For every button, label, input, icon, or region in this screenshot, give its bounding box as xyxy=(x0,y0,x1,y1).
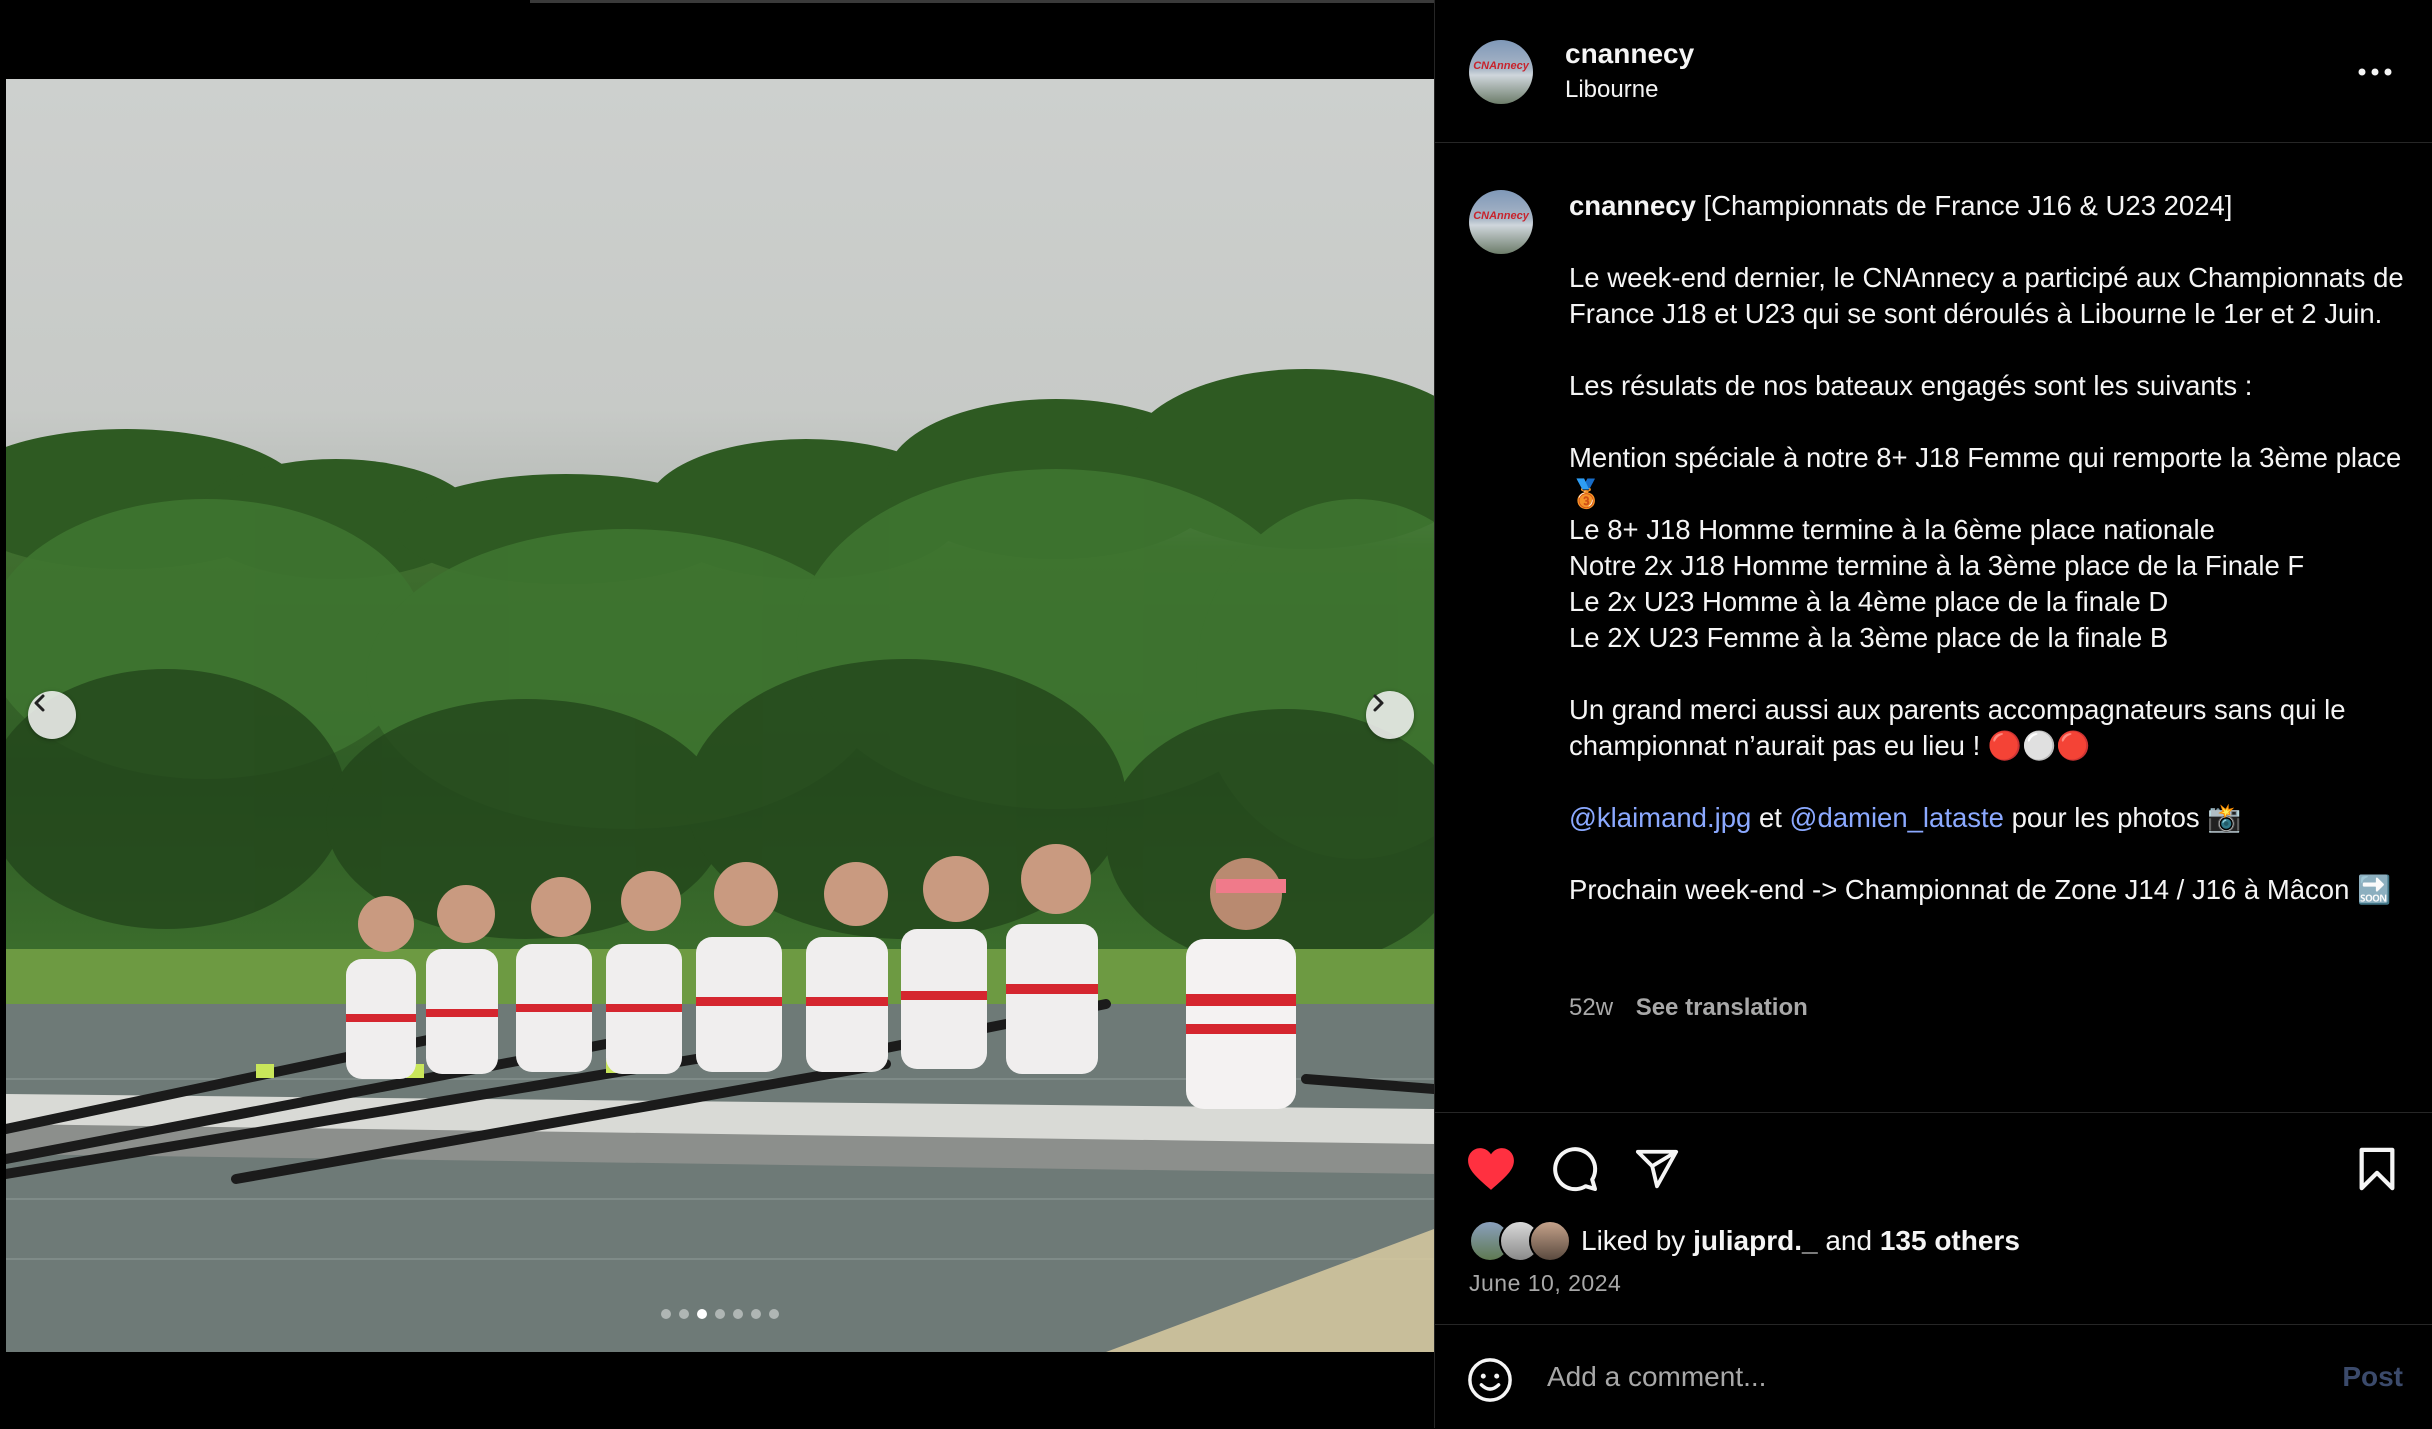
carousel-dot xyxy=(751,1309,761,1319)
carousel-dot xyxy=(715,1309,725,1319)
heart-icon xyxy=(1468,1148,1514,1190)
likes-others-link[interactable]: 135 others xyxy=(1880,1225,2020,1256)
chevron-right-icon xyxy=(1373,694,1384,712)
caption-paragraph: Prochain week-end -> Championnat de Zone… xyxy=(1569,874,2392,905)
result-line: Mention spéciale à notre 8+ J18 Femme qu… xyxy=(1569,442,2402,509)
emoji-button[interactable] xyxy=(1465,1355,1515,1405)
result-line: Notre 2x J18 Homme termine à la 3ème pla… xyxy=(1569,550,2305,581)
next-slide-button[interactable] xyxy=(1366,691,1414,739)
avatar-logo-text: CNAnnecy xyxy=(1473,210,1529,222)
prev-slide-button[interactable] xyxy=(28,691,76,739)
carousel-dot xyxy=(733,1309,743,1319)
likes-summary: Liked by juliaprd._ and 135 others xyxy=(1581,1225,2020,1257)
share-button[interactable] xyxy=(1629,1141,1685,1197)
post-comment-button[interactable]: Post xyxy=(2342,1361,2403,1393)
see-translation-button[interactable]: See translation xyxy=(1636,994,1808,1021)
result-line: Le 2x U23 Homme à la 4ème place de la fi… xyxy=(1569,586,2169,617)
caption-paragraph: Le week-end dernier, le CNAnnecy a parti… xyxy=(1569,262,2404,329)
mention-link[interactable]: @damien_lataste xyxy=(1790,802,2004,833)
caption-credits: @klaimand.jpg et @damien_lataste pour le… xyxy=(1569,800,2409,836)
caption-title: [Championnats de France J16 & U23 2024] xyxy=(1703,190,2233,221)
post-header: CNAnnecy cnannecy Libourne xyxy=(1435,0,2432,143)
caption-results: Mention spéciale à notre 8+ J18 Femme qu… xyxy=(1569,440,2409,656)
caption-et: et xyxy=(1758,802,1782,833)
caption-avatar[interactable]: CNAnnecy xyxy=(1469,190,1533,254)
mention-link[interactable]: @klaimand.jpg xyxy=(1569,802,1751,833)
save-button[interactable] xyxy=(2349,1141,2405,1197)
result-line: Le 2X U23 Femme à la 3ème place de la fi… xyxy=(1569,622,2169,653)
post-photo[interactable] xyxy=(6,79,1434,1352)
post-side-panel: CNAnnecy cnannecy Libourne CNAnnecy cnan… xyxy=(1434,0,2432,1428)
caption-paragraph: Les résulats de nos bateaux engagés sont… xyxy=(1569,370,2253,401)
liked-by-and: and xyxy=(1825,1225,1873,1256)
post-caption: cnannecy [Championnats de France J16 & U… xyxy=(1569,188,2409,944)
header-username[interactable]: cnannecy xyxy=(1565,38,1694,70)
like-button[interactable] xyxy=(1463,1141,1519,1197)
carousel-dot xyxy=(661,1309,671,1319)
more-options-button[interactable] xyxy=(2357,56,2393,77)
comment-icon xyxy=(1553,1147,1598,1192)
post-age[interactable]: 52w xyxy=(1569,994,1613,1021)
liker-avatar[interactable] xyxy=(1529,1220,1571,1262)
result-line: Le 8+ J18 Homme termine à la 6ème place … xyxy=(1569,514,2215,545)
post-date: June 10, 2024 xyxy=(1469,1270,1622,1296)
caption-heading: cnannecy [Championnats de France J16 & U… xyxy=(1569,188,2409,224)
carousel-dot xyxy=(769,1309,779,1319)
liked-by-user[interactable]: juliaprd._ xyxy=(1693,1225,1817,1256)
caption-paragraph: Un grand merci aussi aux parents accompa… xyxy=(1569,694,2346,761)
comment-button[interactable] xyxy=(1547,1141,1603,1197)
more-icon xyxy=(2358,68,2392,76)
chevron-left-icon xyxy=(34,694,45,712)
comment-bar: Add a comment... Post xyxy=(1435,1324,2432,1429)
caption-username[interactable]: cnannecy xyxy=(1569,190,1696,221)
avatar[interactable]: CNAnnecy xyxy=(1469,40,1533,104)
carousel-dot-active xyxy=(697,1309,707,1319)
post-meta: 52w See translation xyxy=(1569,994,1808,1022)
likes-row: Liked by juliaprd._ and 135 others xyxy=(1469,1220,2020,1262)
bookmark-icon xyxy=(2359,1147,2395,1191)
emoji-icon xyxy=(1468,1358,1512,1402)
share-icon xyxy=(1635,1149,1679,1189)
post-location[interactable]: Libourne xyxy=(1565,76,1658,104)
carousel-indicator xyxy=(6,1309,1434,1319)
comment-input[interactable]: Add a comment... xyxy=(1547,1361,1766,1393)
avatar-logo-text: CNAnnecy xyxy=(1473,60,1529,72)
liked-by-prefix: Liked by xyxy=(1581,1225,1686,1256)
caption-photos-suffix: pour les photos 📸 xyxy=(2011,802,2242,833)
carousel-dot xyxy=(679,1309,689,1319)
rowing-scene xyxy=(6,369,1434,1352)
